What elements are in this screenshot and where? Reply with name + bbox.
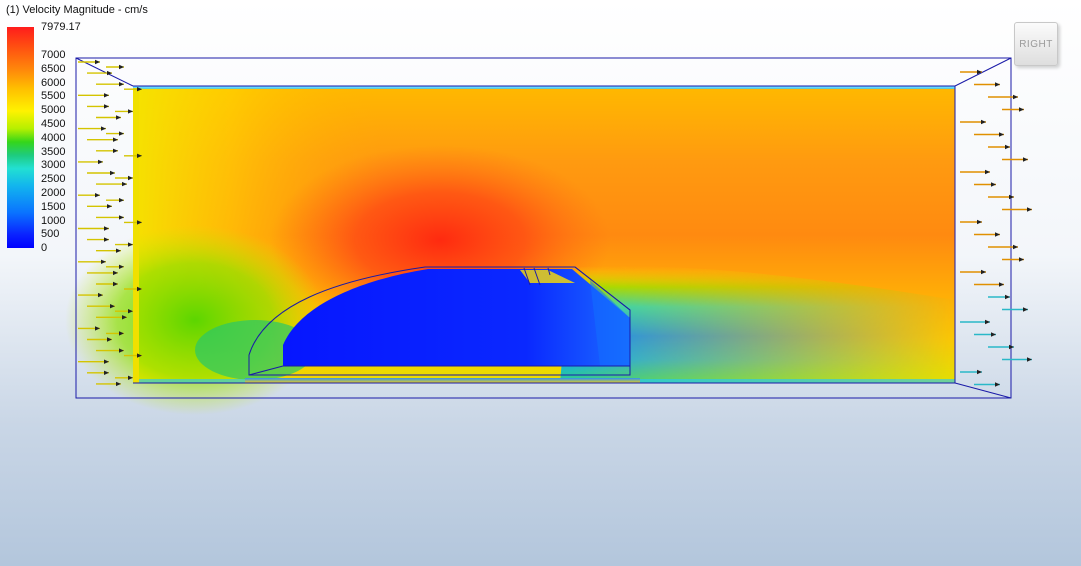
inlet-velocity-arrow (96, 82, 124, 87)
outlet-velocity-arrow (960, 119, 986, 125)
outlet-velocity-arrow (960, 169, 990, 175)
outlet-velocity-arrow (988, 144, 1010, 150)
outlet-velocity-arrow (960, 369, 982, 375)
inlet-velocity-arrow (87, 204, 112, 209)
inlet-velocity-arrow (106, 64, 124, 70)
outlet-velocity-arrow (1002, 357, 1032, 362)
outlet-velocity-arrow (1002, 257, 1024, 262)
outlet-velocity-arrow (974, 182, 996, 187)
outlet-velocity-arrow (974, 82, 1000, 87)
inlet-velocity-arrow (87, 237, 109, 242)
outlet-velocity-arrow (974, 382, 1000, 387)
inlet-velocity-arrow (78, 226, 109, 231)
outlet-velocity-arrow (1002, 307, 1028, 312)
inlet-velocity-arrow (87, 170, 115, 176)
inlet-velocity-arrow (96, 215, 124, 220)
inlet-velocity-arrow (96, 115, 121, 120)
inlet-velocity-arrow (78, 126, 106, 131)
outlet-velocity-arrow (988, 294, 1010, 300)
inlet-velocity-arrow (87, 104, 109, 109)
inlet-velocity-arrow (87, 137, 118, 142)
outlet-velocity-arrow (960, 219, 982, 225)
outlet-velocity-arrow (1002, 107, 1024, 112)
outlet-velocity-arrow (974, 232, 1000, 237)
outlet-velocity-arrow (988, 94, 1018, 100)
outlet-velocity-arrow (974, 132, 1004, 137)
outlet-velocity-arrow (988, 344, 1014, 350)
inlet-velocity-arrow (87, 70, 112, 76)
inlet-velocity-arrow (96, 181, 127, 187)
inlet-velocity-arrow (115, 109, 133, 114)
outlet-velocity-arrow (988, 194, 1014, 200)
inlet-velocity-arrow (115, 175, 133, 181)
outlet-velocity-arrow (1002, 207, 1032, 212)
outlet-velocity-arrow (960, 319, 990, 325)
outlet-velocity-arrow (960, 69, 982, 75)
outlet-velocity-arrow (974, 332, 996, 337)
inlet-velocity-arrow (78, 159, 103, 165)
outlet-velocity-arrow (988, 244, 1018, 250)
outlet-velocity-arrow (974, 282, 1004, 287)
inlet-velocity-arrow (78, 93, 109, 98)
outlet-velocity-arrow (960, 269, 986, 275)
inlet-velocity-arrow (106, 131, 124, 136)
inlet-velocity-arrow (78, 193, 100, 198)
inlet-velocity-arrow (106, 198, 124, 203)
outlet-velocity-vectors (960, 69, 1032, 387)
velocity-field-viewport[interactable] (0, 0, 1081, 566)
inlet-velocity-arrow (96, 148, 118, 153)
outlet-velocity-arrow (1002, 157, 1028, 162)
